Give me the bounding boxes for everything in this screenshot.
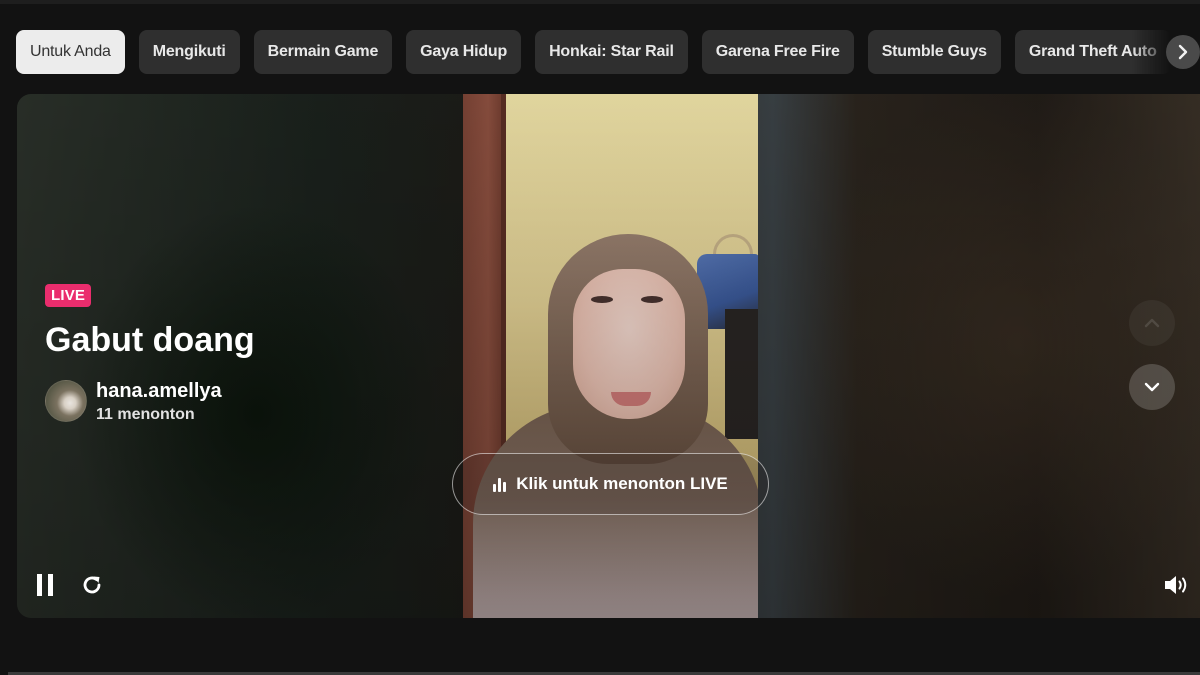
category-chip-honkai-star-rail[interactable]: Honkai: Star Rail [535,30,688,74]
category-chip-mengikuti[interactable]: Mengikuti [138,30,240,74]
category-next-button[interactable] [1166,35,1200,69]
live-player[interactable]: LIVE Gabut doang hana.amellya 11 menonto… [17,94,1200,618]
replay-icon [83,576,101,594]
avatar[interactable] [45,380,87,422]
streamer-username[interactable]: hana.amellya [96,380,222,403]
next-stream-button[interactable] [1129,364,1175,410]
chevron-right-icon [1178,44,1188,60]
category-bar: Untuk Anda Mengikuti Bermain Game Gaya H… [16,30,1200,76]
top-divider [0,0,1200,4]
bar-chart-icon [493,476,507,492]
viewer-count: 11 menonton [96,406,195,423]
category-chip-untuk-anda[interactable]: Untuk Anda [16,30,125,74]
category-chip-gaya-hidup[interactable]: Gaya Hidup [406,30,522,74]
volume-icon [1165,576,1187,594]
volume-button[interactable] [1161,572,1191,598]
video-streamer [473,234,758,618]
replay-button[interactable] [79,572,105,598]
category-chip-stumble-guys[interactable]: Stumble Guys [867,30,1001,74]
pause-icon [37,574,42,596]
category-chip-garena-free-fire[interactable]: Garena Free Fire [701,30,854,74]
pause-icon [48,574,53,596]
live-badge: LIVE [45,284,92,307]
live-video-frame[interactable] [463,94,758,618]
watch-live-label: Klik untuk menonton LIVE [516,474,728,493]
previous-stream-button[interactable] [1129,300,1175,346]
category-chip-grand-theft-auto[interactable]: Grand Theft Auto [1014,30,1171,74]
chevron-down-icon [1144,382,1160,392]
category-chip-bermain-game[interactable]: Bermain Game [253,30,393,74]
streamer-eye-left [591,296,613,303]
chevron-up-icon [1144,318,1160,328]
watch-live-button[interactable]: Klik untuk menonton LIVE [452,453,769,515]
streamer-eye-right [641,296,663,303]
pause-button[interactable] [33,572,57,598]
stream-title: Gabut doang [45,321,255,359]
